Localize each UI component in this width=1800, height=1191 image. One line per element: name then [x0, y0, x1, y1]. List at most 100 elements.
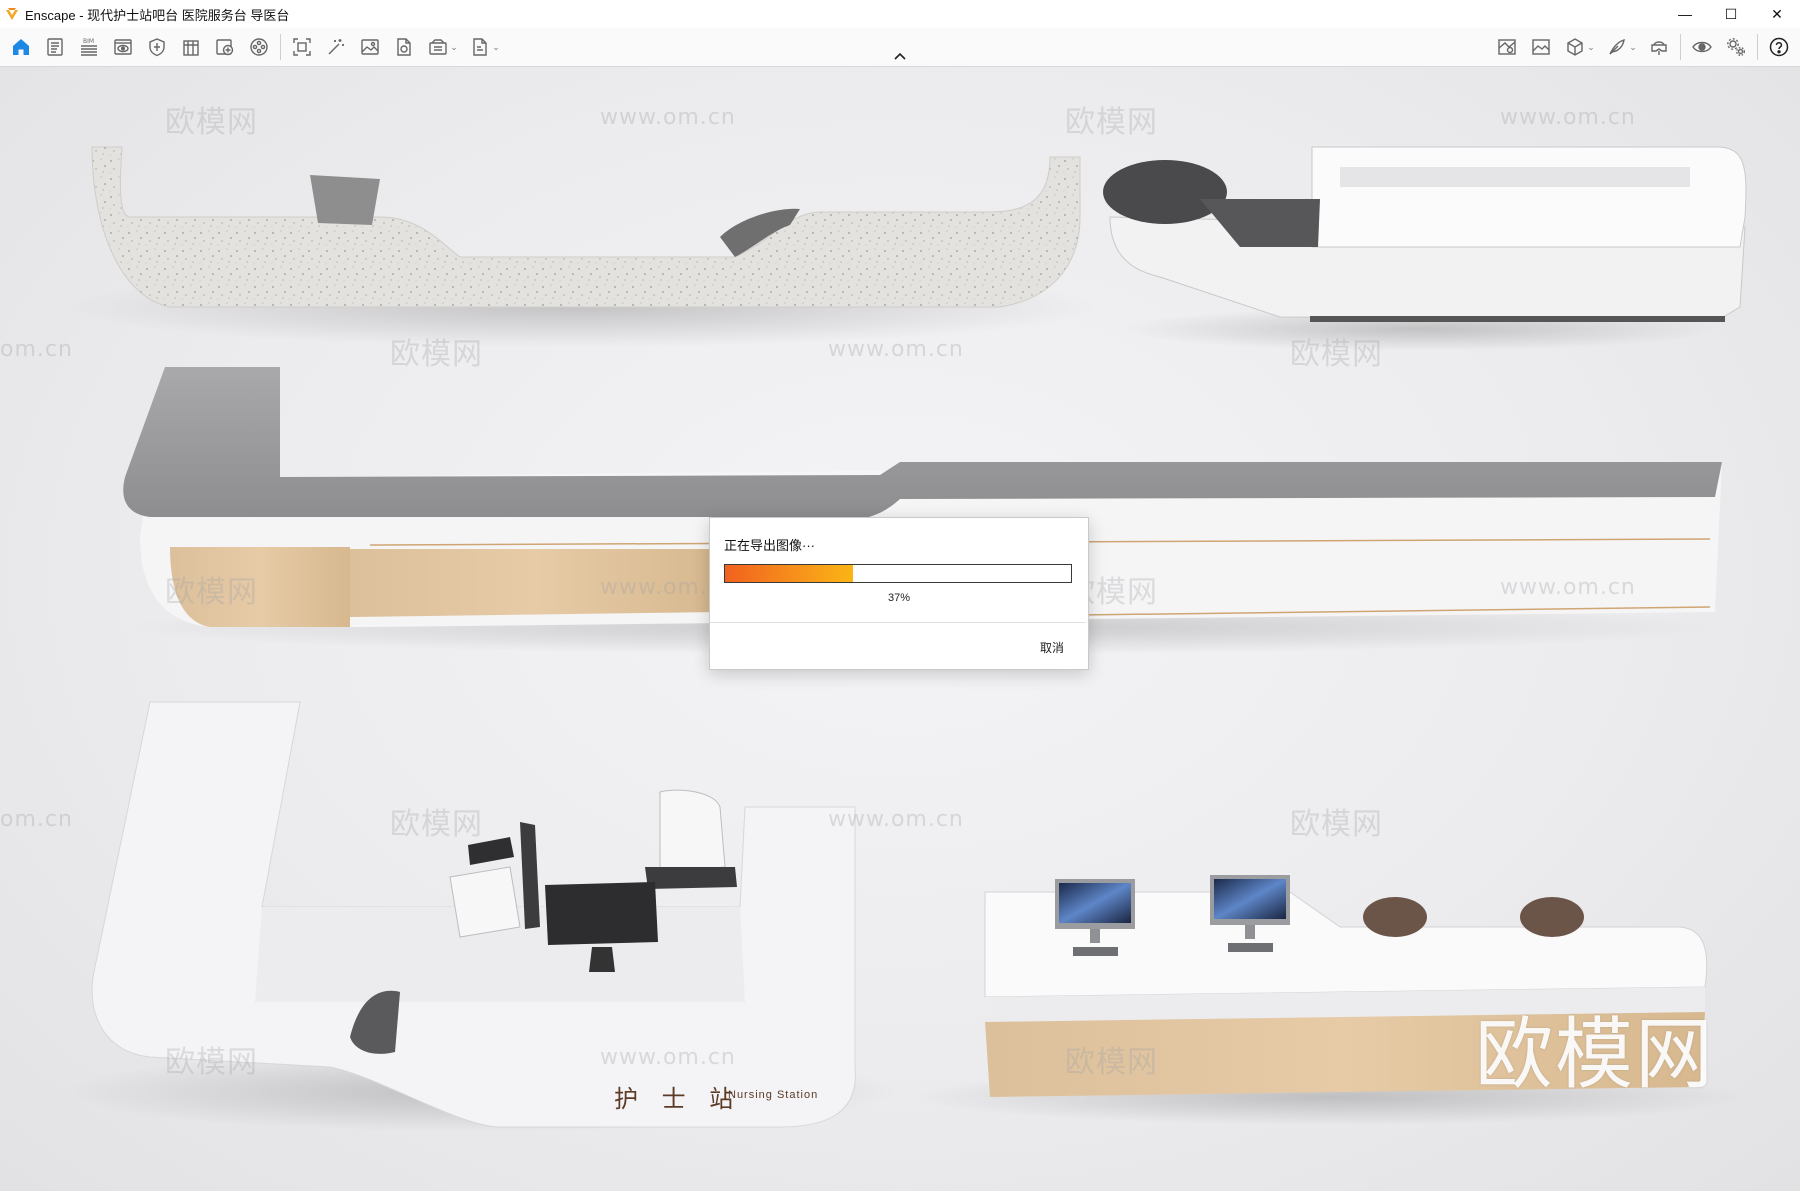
watermark: 欧模网: [165, 1045, 258, 1080]
watermark-url: www.om.cn: [828, 807, 964, 832]
magic-wand-icon: [328, 39, 344, 55]
monitor-stand: [589, 947, 615, 972]
watermark: 欧模网: [390, 807, 483, 842]
batch-render-button[interactable]: [421, 30, 455, 64]
view-button[interactable]: [106, 30, 140, 64]
watermark-url: www.om.cn: [600, 105, 736, 130]
chair-seat-frame: [645, 867, 737, 889]
watermark-url: www.om.cn: [828, 337, 964, 362]
bim-button[interactable]: BIM: [72, 30, 106, 64]
watermark-url: www.om.cn: [600, 1045, 736, 1070]
dialog-divider: [710, 622, 1086, 623]
image-button[interactable]: [353, 30, 387, 64]
chevron-up-icon: [894, 52, 906, 60]
close-button[interactable]: ✕: [1754, 0, 1800, 28]
document-icon: [47, 38, 63, 56]
file-export-button[interactable]: [387, 30, 421, 64]
watermark-url: www.om.cn: [1500, 105, 1636, 130]
panorama-button[interactable]: [208, 30, 242, 64]
watermark: 欧模网: [1290, 337, 1383, 372]
enscape-logo-icon: [6, 8, 18, 20]
map-icon: [1498, 39, 1516, 55]
white-reception-upper: [1311, 146, 1747, 248]
home-icon: [13, 39, 29, 55]
terrazzo-desk-screen: [310, 175, 380, 225]
watermark: 欧模网: [390, 337, 483, 372]
window-controls: — ☐ ✕: [1662, 0, 1800, 28]
shield-button[interactable]: [140, 30, 174, 64]
computer-stand: [1090, 929, 1100, 943]
export-dropdown-icon: [473, 38, 487, 56]
cube-icon: [1567, 38, 1583, 56]
home-button[interactable]: [4, 30, 38, 64]
watermark: 欧模网: [1290, 807, 1383, 842]
gallery-button[interactable]: [1524, 30, 1558, 64]
watermark: 欧模网: [1065, 1045, 1158, 1080]
help-button[interactable]: [1762, 30, 1796, 64]
settings-button[interactable]: [1719, 30, 1753, 64]
building-icon: [183, 40, 199, 56]
export-button[interactable]: [463, 30, 497, 64]
watermark: 欧模网: [1065, 105, 1158, 140]
vr-headset-button[interactable]: [1642, 30, 1676, 64]
help-icon: [1769, 37, 1789, 57]
eye-icon: [1692, 41, 1712, 53]
bim-icon: BIM: [81, 38, 97, 56]
progress-bar-fill: [725, 565, 854, 582]
keyboard: [1073, 947, 1118, 956]
batch-render-icon: [429, 39, 447, 55]
white-reception-inner: [1340, 167, 1690, 187]
toolbar-right-group: ⌄ ⌄: [1490, 28, 1796, 66]
maximize-button[interactable]: ☐: [1708, 0, 1754, 28]
dark-round-top: [1103, 160, 1227, 224]
chair: [449, 866, 521, 938]
keyboard: [1228, 943, 1273, 952]
export-progress-dialog: 正在导出图像··· 37% 取消: [709, 517, 1089, 670]
collapse-toolbar-button[interactable]: [887, 48, 913, 64]
view-icon: [114, 39, 132, 55]
progress-bar: [724, 564, 1072, 583]
settings-icon: [1727, 38, 1745, 56]
gallery-icon: [1532, 39, 1550, 55]
window-title: Enscape - 现代护士站吧台 医院服务台 导医台: [25, 7, 290, 23]
toolbar-separator: [280, 34, 281, 60]
vr-headset-icon: [1651, 41, 1667, 55]
film-reel-button[interactable]: [242, 30, 276, 64]
screenshot-button[interactable]: [285, 30, 319, 64]
watermark: 欧模网: [165, 575, 258, 610]
terrazzo-desk: [91, 146, 1081, 308]
eye-button[interactable]: [1685, 30, 1719, 64]
toolbar-separator: [1757, 34, 1758, 60]
stool: [1363, 897, 1427, 937]
stool: [1520, 897, 1584, 937]
svg-text:BIM: BIM: [83, 38, 94, 45]
feather-icon: [1609, 38, 1625, 55]
building-button[interactable]: [174, 30, 208, 64]
nursing-station-sign-cn: 护 士 站: [614, 1085, 742, 1113]
computer-stand: [1245, 925, 1255, 939]
feather-button[interactable]: [1600, 30, 1634, 64]
map-button[interactable]: [1490, 30, 1524, 64]
document-button[interactable]: [38, 30, 72, 64]
watermark-url: om.cn: [0, 337, 73, 362]
file-export-icon: [397, 38, 411, 56]
film-reel-icon: [250, 38, 268, 56]
cube-button[interactable]: [1558, 30, 1592, 64]
computer-screen: [1214, 879, 1286, 919]
minimize-button[interactable]: —: [1662, 0, 1708, 28]
watermark-url: om.cn: [0, 807, 73, 832]
watermark-url: www.om.cn: [1500, 575, 1636, 600]
magic-wand-button[interactable]: [319, 30, 353, 64]
cancel-button[interactable]: 取消: [1034, 635, 1070, 660]
image-icon: [361, 39, 379, 55]
nursing-station-sign-en: Nursing Station: [728, 1089, 819, 1101]
long-counter-top: [123, 367, 1722, 519]
computer-screen: [1059, 883, 1131, 923]
title-bar: Enscape - 现代护士站吧台 医院服务台 导医台 — ☐ ✕: [0, 0, 1800, 28]
shield-icon: [149, 38, 165, 57]
toolbar-separator: [1680, 34, 1681, 60]
monitor: [545, 882, 658, 945]
progress-percent-label: 37%: [887, 592, 911, 604]
dialog-title: 正在导出图像···: [724, 538, 815, 553]
watermark: 欧模网: [165, 105, 258, 140]
